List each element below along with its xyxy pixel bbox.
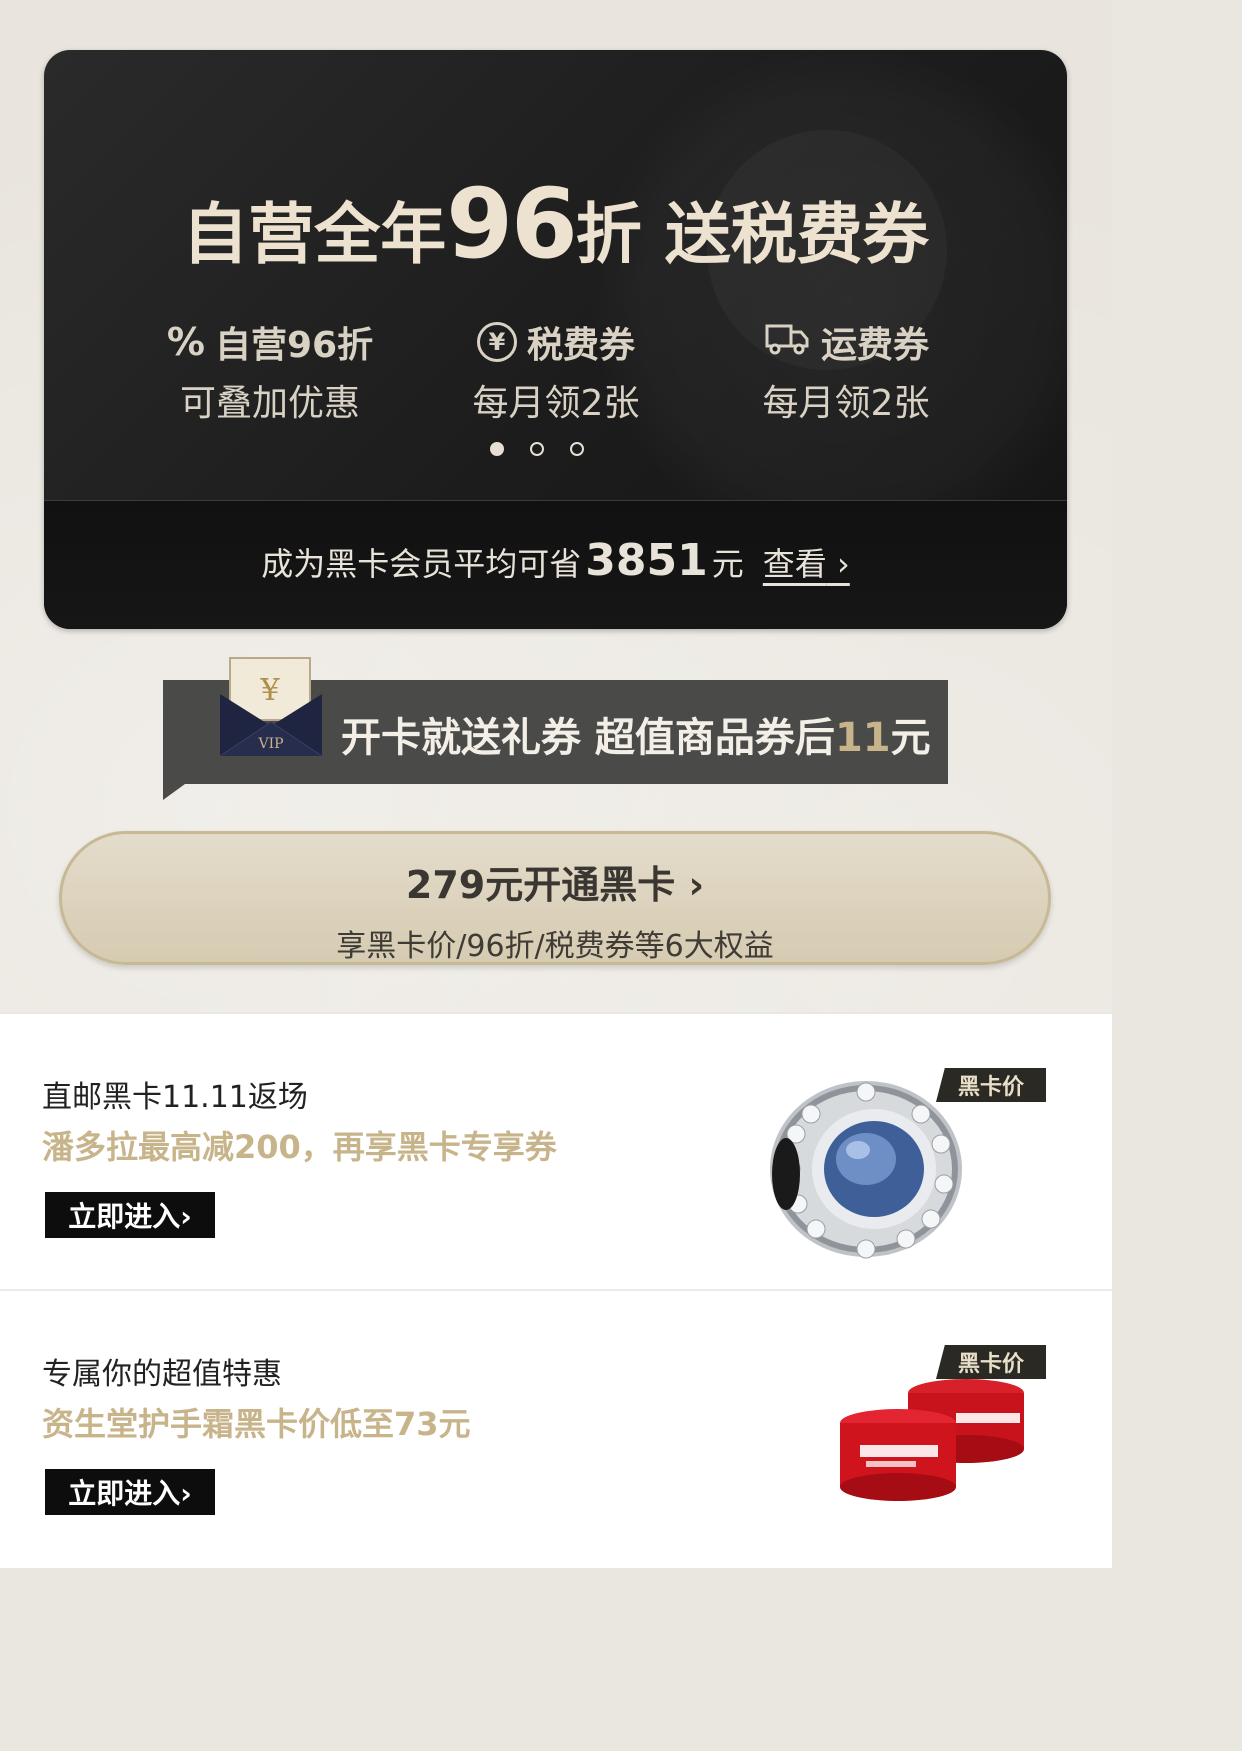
carousel-dot[interactable]: [530, 442, 544, 456]
open-black-card-button[interactable]: 279元开通黑卡 › 享黑卡价/96折/税费券等6大权益: [59, 831, 1051, 965]
promo-subtitle: 资生堂护手霜黑卡价低至73元: [42, 1405, 471, 1443]
gift-text-highlight: 11: [834, 715, 891, 761]
headline-part2: 折 送税费券: [575, 196, 929, 273]
saving-amount: 3851: [585, 535, 708, 586]
enter-button[interactable]: 立即进入›: [45, 1192, 215, 1238]
promo-title: 直邮黑卡11.11返场: [42, 1080, 308, 1115]
black-card-banner[interactable]: 自营全年96折 送税费券 % 自营96折 可叠加优惠 ¥ 税费券 每月领2张 运…: [44, 50, 1067, 629]
percent-icon: %: [166, 320, 205, 364]
benefit-tax-coupon: ¥ 税费券 每月领2张: [426, 318, 686, 426]
open-button-subtitle: 享黑卡价/96折/税费券等6大权益: [336, 929, 774, 964]
carousel-dot[interactable]: [570, 442, 584, 456]
gift-text-main: 开卡就送礼券 超值商品券后: [341, 715, 835, 761]
saving-unit: 元: [711, 545, 744, 583]
saving-prefix: 成为黑卡会员平均可省: [261, 545, 582, 583]
black-card-price-tag: 黑卡价: [936, 1345, 1046, 1379]
pandora-charm-image: [766, 1074, 966, 1268]
envelope-yen-symbol: ¥: [259, 673, 280, 708]
benefit-title: 运费券: [820, 325, 929, 366]
gift-banner-tail: [163, 784, 185, 800]
benefit-desc: 每月领2张: [472, 383, 640, 424]
headline-part1: 自营全年: [182, 196, 447, 273]
chevron-right-icon: ›: [836, 545, 850, 583]
yen-coin-icon: ¥: [476, 322, 517, 362]
benefit-discount: % 自营96折 可叠加优惠: [140, 318, 400, 426]
envelope-vip-label: VIP: [257, 736, 283, 752]
view-label: 查看: [762, 545, 827, 583]
truck-icon: [763, 320, 811, 365]
saving-line: 成为黑卡会员平均可省3851 元 查看 ›: [44, 535, 1067, 586]
vip-envelope-icon: ¥ VIP: [218, 656, 324, 760]
carousel-dot-active[interactable]: [490, 442, 504, 456]
card-headline: 自营全年96折 送税费券: [44, 168, 1067, 280]
gift-text: 开卡就送礼券 超值商品券后11元: [341, 705, 931, 763]
benefit-shipping-coupon: 运费券 每月领2张: [716, 318, 976, 426]
benefit-desc: 可叠加优惠: [179, 383, 360, 424]
promo-title: 专属你的超值特惠: [42, 1357, 282, 1392]
benefit-title: 自营96折: [214, 325, 374, 366]
hand-cream-image: [836, 1373, 1036, 1517]
view-savings-link[interactable]: 查看 ›: [763, 545, 850, 583]
headline-discount: 96: [446, 168, 578, 280]
enter-button[interactable]: 立即进入›: [45, 1469, 215, 1515]
promo-card[interactable]: 专属你的超值特惠 资生堂护手霜黑卡价低至73元 立即进入› 黑卡价: [0, 1291, 1112, 1568]
promo-subtitle: 潘多拉最高减200，再享黑卡专享券: [42, 1128, 557, 1166]
open-button-title: 279元开通黑卡 ›: [405, 863, 705, 907]
carousel-indicator: [490, 442, 584, 456]
benefit-desc: 每月领2张: [762, 383, 930, 424]
promo-card[interactable]: 直邮黑卡11.11返场 潘多拉最高减200，再享黑卡专享券 立即进入› 黑卡价: [0, 1014, 1112, 1290]
black-card-price-tag: 黑卡价: [936, 1068, 1046, 1102]
benefit-title: 税费券: [526, 325, 635, 366]
gift-text-unit: 元: [890, 715, 931, 761]
